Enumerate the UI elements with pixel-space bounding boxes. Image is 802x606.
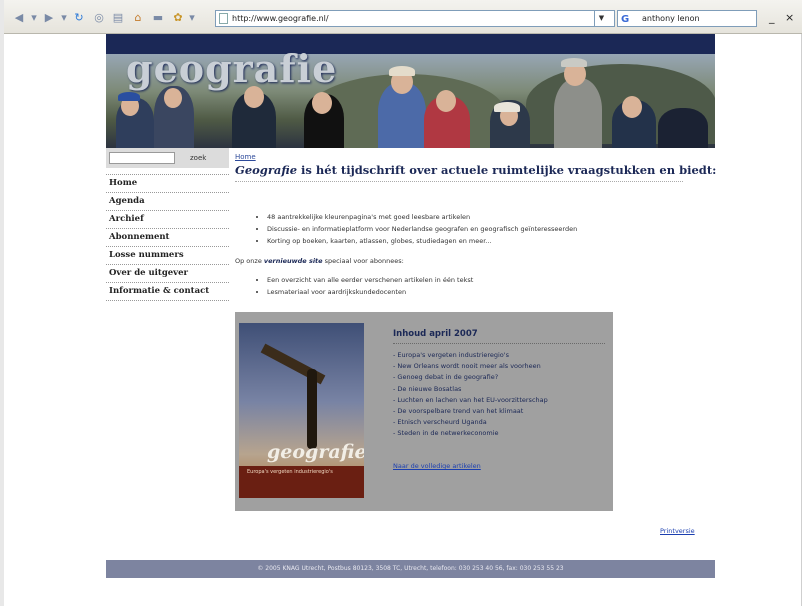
- footer: © 2005 KNAG Utrecht, Postbus 80123, 3508…: [106, 560, 715, 578]
- banner-hat: [389, 66, 415, 76]
- list-item: - Etnisch verscheurd Uganda: [393, 418, 487, 427]
- site-logo[interactable]: geografie: [126, 46, 337, 91]
- site-search-button[interactable]: zoek: [190, 152, 206, 164]
- issue-article-list: - Europa's vergeten industrieregio's - N…: [393, 350, 548, 440]
- window-frame-left: [0, 0, 4, 606]
- sidebar-item-losse-nummers[interactable]: Losse nummers: [106, 247, 229, 265]
- settings-dropdown-icon[interactable]: ▾: [188, 11, 196, 24]
- page-icon: [219, 13, 228, 24]
- banner-person: [554, 78, 602, 148]
- banner-person-head: [622, 96, 642, 118]
- page-title-brand: Geografie: [235, 163, 298, 177]
- list-item: Korting op boeken, kaarten, atlassen, gl…: [267, 235, 577, 247]
- banner-hat: [494, 102, 520, 112]
- banner-hat: [118, 92, 140, 101]
- bookmark-icon[interactable]: ▤: [111, 11, 125, 24]
- list-item: Een overzicht van alle eerder verschenen…: [267, 274, 473, 286]
- title-divider: [235, 181, 683, 182]
- subscriber-list: Een overzicht van alle eerder verschenen…: [259, 274, 473, 298]
- print-version-link[interactable]: Printversie: [660, 527, 695, 535]
- browser-toolbar: ◀ ▾ ▶ ▾ ↻ ◎ ▤ ⌂ ▬ ✿ ▾ http://www.geograf…: [4, 0, 802, 34]
- sidebar-item-abonnement[interactable]: Abonnement: [106, 229, 229, 247]
- sidebar: zoek Home Agenda Archief Abonnement Loss…: [106, 148, 229, 301]
- address-text: http://www.geografie.nl/: [232, 14, 329, 23]
- list-item: - Europa's vergeten industrieregio's: [393, 351, 509, 359]
- cover-caption: Europa's vergeten industrieregio's: [247, 469, 333, 475]
- settings-icon[interactable]: ✿: [171, 11, 185, 24]
- refresh-icon[interactable]: ↻: [72, 11, 86, 24]
- back-icon[interactable]: ◀: [12, 11, 26, 24]
- issue-panel: geografie Europa's vergeten industriereg…: [235, 312, 613, 511]
- page-title-text: is hét tijdschrift over actuele ruimteli…: [297, 163, 717, 177]
- sidebar-item-home[interactable]: Home: [106, 175, 229, 193]
- magazine-cover[interactable]: geografie Europa's vergeten industriereg…: [239, 323, 364, 498]
- close-button[interactable]: ×: [785, 11, 794, 24]
- banner-person-head: [312, 92, 332, 114]
- list-item: - De nieuwe Bosatlas: [393, 384, 462, 393]
- issue-divider: [393, 343, 605, 344]
- site-search-input[interactable]: [109, 152, 175, 164]
- intro-prefix: Op onze: [235, 257, 264, 265]
- list-item: 48 aantrekkelijke kleurenpagina's met go…: [267, 211, 577, 223]
- breadcrumb[interactable]: Home: [235, 153, 256, 161]
- banner-hat: [561, 58, 587, 67]
- full-articles-link[interactable]: Naar de volledige artikelen: [393, 462, 481, 470]
- list-item: Lesmateriaal voor aardrijkskundedocenten: [267, 286, 473, 298]
- forward-dropdown-icon[interactable]: ▾: [60, 11, 68, 24]
- cover-title: geografie: [267, 441, 364, 463]
- page-title: Geografie is hét tijdschrift over actuel…: [235, 163, 716, 177]
- intro-suffix: speciaal voor abonnees:: [322, 257, 404, 265]
- list-item: - De voorspelbare trend van het klimaat: [393, 407, 524, 416]
- banner-person: [658, 108, 708, 148]
- minimize-button[interactable]: _: [769, 11, 775, 24]
- banner-person-head: [436, 90, 456, 112]
- list-item: Discussie- en informatieplatform voor Ne…: [267, 223, 577, 235]
- home-icon[interactable]: ⌂: [131, 11, 145, 24]
- renewed-site-link[interactable]: vernieuwde site: [264, 257, 323, 265]
- subscriber-intro: Op onze vernieuwde site speciaal voor ab…: [235, 257, 404, 265]
- back-dropdown-icon[interactable]: ▾: [30, 11, 38, 24]
- address-bar[interactable]: http://www.geografie.nl/: [215, 10, 615, 27]
- search-bar[interactable]: G anthony lenon: [617, 10, 757, 27]
- issue-title: Inhoud april 2007: [393, 329, 478, 339]
- print-icon[interactable]: ▬: [151, 11, 165, 24]
- cover-sculpture: [307, 369, 317, 449]
- sidebar-menu: Home Agenda Archief Abonnement Losse num…: [106, 174, 229, 301]
- list-item: - New Orleans wordt nooit meer als voorh…: [393, 362, 541, 371]
- forward-icon[interactable]: ▶: [42, 11, 56, 24]
- search-bar-text: anthony lenon: [642, 14, 700, 23]
- benefits-list: 48 aantrekkelijke kleurenpagina's met go…: [259, 211, 577, 247]
- list-item: - Luchten en lachen van het EU-voorzitte…: [393, 395, 548, 404]
- banner-person-head: [164, 88, 182, 108]
- sidebar-item-archief[interactable]: Archief: [106, 211, 229, 229]
- sidebar-item-agenda[interactable]: Agenda: [106, 193, 229, 211]
- site-banner: geografie: [106, 34, 715, 148]
- sidebar-item-informatie-contact[interactable]: Informatie & contact: [106, 283, 229, 301]
- list-item: - Genoeg debat in de geografie?: [393, 373, 499, 382]
- site-search: zoek: [106, 148, 229, 168]
- stop-icon[interactable]: ◎: [92, 11, 106, 24]
- sidebar-item-over-de-uitgever[interactable]: Over de uitgever: [106, 265, 229, 283]
- list-item: - Steden in de netwerkeconomie: [393, 429, 499, 438]
- address-dropdown-icon[interactable]: ▼: [594, 10, 608, 27]
- google-icon: G: [621, 14, 630, 25]
